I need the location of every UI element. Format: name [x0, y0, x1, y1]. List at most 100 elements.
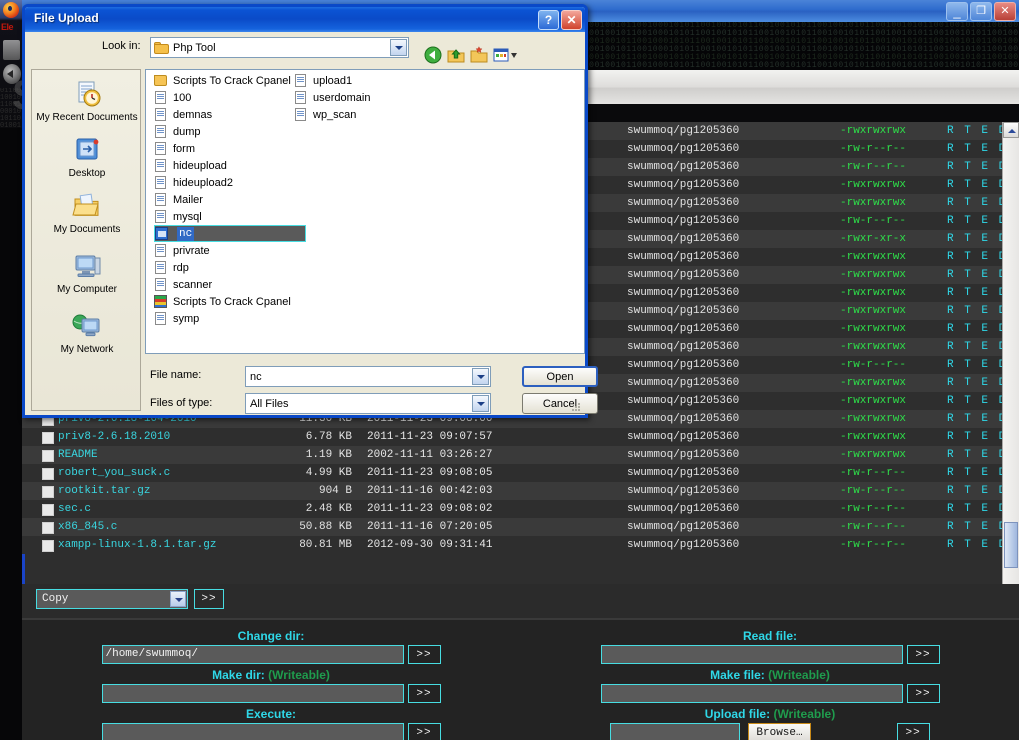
help-button[interactable]: ?: [538, 10, 559, 30]
row-actions[interactable]: R T E D: [947, 266, 1003, 284]
firefox-icon[interactable]: [2, 1, 20, 19]
form-go-button[interactable]: >>: [906, 645, 940, 664]
row-actions[interactable]: R T E D: [947, 248, 1003, 266]
form-input[interactable]: [101, 684, 404, 703]
list-item[interactable]: 100: [154, 89, 193, 106]
views-icon[interactable]: [493, 46, 519, 64]
place-my-network[interactable]: My Network: [32, 312, 142, 355]
chevron-down-icon[interactable]: [390, 39, 407, 56]
form-input[interactable]: [600, 684, 903, 703]
form-input[interactable]: /home/swummoq/: [101, 645, 404, 664]
place-desktop[interactable]: Desktop: [32, 136, 142, 179]
place-my-computer[interactable]: My Computer: [32, 252, 142, 295]
row-actions[interactable]: R T E D: [947, 374, 1003, 392]
row-actions[interactable]: R T E D: [947, 320, 1003, 338]
row-checkbox[interactable]: [42, 450, 54, 462]
place-my-documents[interactable]: My Documents: [32, 192, 142, 235]
bulk-action-select[interactable]: Copy: [36, 589, 188, 609]
table-row[interactable]: priv8-2.6.18.2010 6.78 KB 2011-11-23 09:07…: [22, 428, 1003, 446]
form-go-button[interactable]: >>: [407, 684, 441, 703]
row-actions[interactable]: R T E D: [947, 338, 1003, 356]
row-actions[interactable]: R T E D: [947, 158, 1003, 176]
list-item[interactable]: dump: [154, 123, 203, 140]
row-actions[interactable]: R T E D: [947, 500, 1003, 518]
row-actions[interactable]: R T E D: [947, 176, 1003, 194]
row-actions[interactable]: R T E D: [947, 518, 1003, 536]
list-item[interactable]: mysql: [154, 208, 204, 225]
row-checkbox[interactable]: [42, 432, 54, 444]
cancel-button[interactable]: Cancel: [522, 393, 598, 414]
row-checkbox[interactable]: [42, 504, 54, 516]
scroll-up-button[interactable]: [1003, 122, 1019, 138]
scrollbar-thumb[interactable]: [1004, 522, 1018, 568]
row-actions[interactable]: R T E D: [947, 482, 1003, 500]
form-input[interactable]: [610, 723, 741, 740]
table-row[interactable]: rootkit.tar.gz 904 B 2011-11-16 00:42:03 sw…: [22, 482, 1003, 500]
row-actions[interactable]: R T E D: [947, 284, 1003, 302]
list-item[interactable]: symp: [154, 310, 201, 327]
chevron-down-icon[interactable]: [170, 591, 186, 607]
dialog-titlebar[interactable]: File Upload ? ✕: [25, 7, 585, 32]
dialog-file-list[interactable]: Scripts To Crack Cpanel 100 demnas dump form…: [145, 69, 585, 354]
table-row[interactable]: x86_845.c 50.88 KB 2011-11-16 07:20:05 swum…: [22, 518, 1003, 536]
browse-button[interactable]: Browse…: [748, 723, 811, 740]
list-item[interactable]: Mailer: [154, 191, 205, 208]
row-checkbox[interactable]: [42, 540, 54, 552]
dialog-close-button[interactable]: ✕: [561, 10, 582, 30]
list-item[interactable]: hideupload: [154, 157, 229, 174]
files-of-type-select[interactable]: All Files: [245, 393, 491, 414]
list-item[interactable]: nc: [154, 225, 306, 242]
list-item[interactable]: rdp: [154, 259, 191, 276]
row-actions[interactable]: R T E D: [947, 428, 1003, 446]
back-icon[interactable]: [424, 46, 442, 64]
row-filename[interactable]: robert_you_suck.c: [58, 464, 170, 482]
list-item[interactable]: form: [154, 140, 197, 157]
list-item[interactable]: hideupload2: [154, 174, 235, 191]
row-actions[interactable]: R T E D: [947, 536, 1003, 554]
table-row[interactable]: robert_you_suck.c 4.99 KB 2011-11-23 09:08…: [22, 464, 1003, 482]
row-filename[interactable]: x86_845.c: [58, 518, 117, 536]
row-checkbox[interactable]: [42, 468, 54, 480]
row-actions[interactable]: R T E D: [947, 302, 1003, 320]
row-actions[interactable]: R T E D: [947, 410, 1003, 428]
table-row[interactable]: README 1.19 KB 2002-11-11 03:26:27 swummoq/…: [22, 446, 1003, 464]
up-one-level-icon[interactable]: [447, 46, 465, 64]
form-go-button[interactable]: >>: [407, 723, 441, 740]
list-item[interactable]: userdomain: [294, 89, 372, 106]
row-filename[interactable]: rootkit.tar.gz: [58, 482, 150, 500]
form-input[interactable]: [101, 723, 404, 740]
chevron-down-icon[interactable]: [472, 395, 489, 412]
table-row[interactable]: sec.c 2.48 KB 2011-11-23 09:08:02 swummoq/p…: [22, 500, 1003, 518]
form-go-button[interactable]: >>: [407, 645, 441, 664]
row-checkbox[interactable]: [42, 522, 54, 534]
list-item[interactable]: Scripts To Crack Cpanel: [154, 72, 293, 89]
resize-grip[interactable]: [571, 402, 581, 412]
minimize-button[interactable]: _: [946, 2, 968, 21]
row-checkbox[interactable]: [42, 486, 54, 498]
form-go-button[interactable]: >>: [896, 723, 930, 740]
list-item[interactable]: Scripts To Crack Cpanel: [154, 293, 293, 310]
file-name-input[interactable]: nc: [245, 366, 491, 387]
table-row[interactable]: xampp-linux-1.8.1.tar.gz 80.81 MB 2012-09-…: [22, 536, 1003, 554]
row-actions[interactable]: R T E D: [947, 464, 1003, 482]
new-folder-icon[interactable]: [470, 46, 488, 64]
bulk-action-go-button[interactable]: >>: [194, 589, 224, 609]
list-item[interactable]: privrate: [154, 242, 212, 259]
row-filename[interactable]: README: [58, 446, 98, 464]
row-filename[interactable]: sec.c: [58, 500, 91, 518]
file-table-scrollbar[interactable]: [1002, 122, 1019, 584]
look-in-select[interactable]: Php Tool: [150, 37, 409, 58]
row-filename[interactable]: xampp-linux-1.8.1.tar.gz: [58, 536, 216, 554]
restore-button[interactable]: ❐: [970, 2, 992, 21]
place-my-recent-documents[interactable]: My Recent Documents: [32, 80, 142, 123]
list-item[interactable]: upload1: [294, 72, 354, 89]
row-actions[interactable]: R T E D: [947, 356, 1003, 374]
row-actions[interactable]: R T E D: [947, 212, 1003, 230]
chevron-down-icon[interactable]: [472, 368, 489, 385]
list-item[interactable]: wp_scan: [294, 106, 358, 123]
close-button[interactable]: ✕: [994, 2, 1016, 21]
row-actions[interactable]: R T E D: [947, 122, 1003, 140]
row-actions[interactable]: R T E D: [947, 194, 1003, 212]
form-input[interactable]: [600, 645, 903, 664]
form-go-button[interactable]: >>: [906, 684, 940, 703]
